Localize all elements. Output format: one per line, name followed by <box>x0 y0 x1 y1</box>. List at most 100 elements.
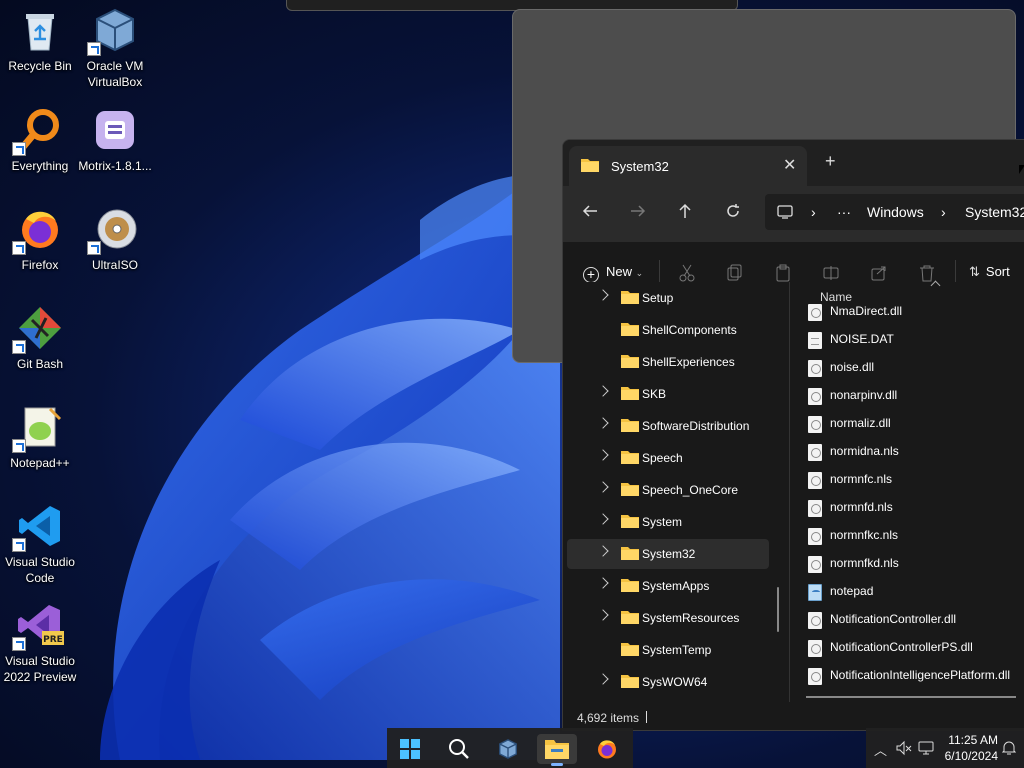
chevron-right-icon[interactable] <box>597 609 609 621</box>
desktop-icon-everything[interactable]: Everything <box>0 106 80 174</box>
navigation-pane[interactable]: Setup ShellComponents ShellExperiences SKB S… <box>563 282 789 702</box>
firefox-icon <box>598 740 616 759</box>
breadcrumb-system32[interactable]: System32 <box>965 204 1024 220</box>
search-button[interactable] <box>439 734 479 764</box>
tree-item[interactable]: ShellComponents <box>567 315 769 345</box>
system-file-icon <box>808 612 822 629</box>
file-row[interactable]: notepad <box>808 580 1024 608</box>
tree-item[interactable]: SystemTemp <box>567 635 769 665</box>
desktop-icon-ultraiso[interactable]: UltraISO <box>75 205 155 273</box>
file-explorer-icon <box>545 740 569 759</box>
horizontal-scrollbar[interactable] <box>806 696 1016 698</box>
tree-item[interactable]: System32 <box>567 539 769 569</box>
tree-item[interactable]: SystemApps <box>567 571 769 601</box>
new-tab-button[interactable]: + <box>825 151 836 172</box>
breadcrumb-overflow[interactable]: ··· <box>837 204 851 220</box>
chevron-right-icon[interactable] <box>597 577 609 589</box>
shortcut-arrow-icon <box>12 439 26 453</box>
chevron-right-icon[interactable] <box>597 481 609 493</box>
system-file-icon <box>808 388 822 405</box>
file-row[interactable]: normnfkd.nls <box>808 552 1024 580</box>
folder-icon <box>621 674 639 691</box>
file-row[interactable]: NmaDirect.dll <box>808 300 1024 328</box>
tree-item[interactable]: ShellExperiences <box>567 347 769 377</box>
new-button[interactable]: + New ⌄ <box>583 264 643 283</box>
close-tab-icon[interactable]: ✕ <box>783 155 796 175</box>
refresh-icon[interactable] <box>721 202 745 226</box>
share-icon[interactable] <box>871 264 887 282</box>
desktop-icon-notepad-plus-plus[interactable]: Notepad++ <box>0 403 80 471</box>
desktop-icon-label: Git Bash <box>16 357 64 371</box>
chevron-right-icon[interactable] <box>597 513 609 525</box>
desktop-icon-recycle-bin[interactable]: Recycle Bin <box>0 6 80 74</box>
tree-item[interactable]: SKB <box>567 379 769 409</box>
tree-item[interactable]: Setup <box>567 283 769 313</box>
copy-icon[interactable] <box>727 264 743 282</box>
desktop-icon-firefox[interactable]: Firefox <box>0 205 80 273</box>
tree-item[interactable]: Speech <box>567 443 769 473</box>
tree-item[interactable]: SoftwareDistribution <box>567 411 769 441</box>
chevron-up-icon[interactable]: ︿ <box>874 740 887 759</box>
speaker-muted-icon[interactable] <box>896 740 912 756</box>
notification-bell-icon[interactable] <box>1002 740 1016 756</box>
tree-item[interactable]: SystemResources <box>567 603 769 633</box>
desktop-icon-git-bash[interactable]: Git Bash <box>0 304 80 372</box>
tree-item[interactable]: SysWOW64 <box>567 667 769 697</box>
file-row[interactable]: nonarpinv.dll <box>808 384 1024 412</box>
chevron-right-icon[interactable] <box>597 385 609 397</box>
chevron-right-icon[interactable] <box>597 289 609 301</box>
address-bar[interactable]: › ··· Windows › System32 <box>765 194 1024 230</box>
chevron-right-icon[interactable] <box>597 673 609 685</box>
chevron-right-icon[interactable] <box>597 545 609 557</box>
desktop-icon-label: Notepad++ <box>10 456 70 470</box>
chevron-right-icon[interactable] <box>597 449 609 461</box>
file-row[interactable]: noise.dll <box>808 356 1024 384</box>
tab-system32[interactable]: System32 ✕ <box>569 146 807 186</box>
chevron-right-icon[interactable] <box>597 417 609 429</box>
tree-item[interactable]: System <box>567 507 769 537</box>
up-arrow-icon[interactable] <box>673 202 697 226</box>
desktop-icon-vscode[interactable]: Visual Studio Code <box>0 502 80 586</box>
sort-button[interactable]: ⇅ Sort <box>969 264 1010 280</box>
search-icon <box>449 739 469 759</box>
tree-item[interactable]: Speech_OneCore <box>567 475 769 505</box>
network-icon[interactable] <box>918 740 934 756</box>
file-row[interactable]: NotificationIntelligencePlatform.dll <box>808 664 1024 692</box>
file-name: normnfd.nls <box>830 500 893 514</box>
file-row[interactable]: NotificationController.dll <box>808 608 1024 636</box>
desktop-icon-virtualbox[interactable]: Oracle VM VirtualBox <box>75 6 155 90</box>
file-list[interactable]: Name NmaDirect.dll NOISE.DAT noise.dll nona… <box>790 280 1024 702</box>
back-arrow-icon[interactable] <box>578 202 602 226</box>
taskbar-virtualbox[interactable] <box>488 734 528 764</box>
file-row[interactable]: normaliz.dll <box>808 412 1024 440</box>
file-row[interactable]: NOISE.DAT <box>808 328 1024 356</box>
forward-arrow-icon[interactable] <box>626 202 650 226</box>
paste-icon[interactable] <box>775 264 791 282</box>
tree-scrollbar[interactable] <box>777 587 779 632</box>
system-file-icon <box>808 360 822 377</box>
rename-icon[interactable] <box>823 264 839 282</box>
desktop-icon-label: Firefox <box>21 258 59 272</box>
file-name: NotificationIntelligencePlatform.dll <box>830 668 1011 682</box>
file-row[interactable]: normnfd.nls <box>808 496 1024 524</box>
file-name: NmaDirect.dll <box>830 304 903 318</box>
taskbar-firefox[interactable] <box>586 734 626 764</box>
taskbar-file-explorer[interactable] <box>537 734 577 766</box>
desktop-icon-visual-studio-preview[interactable]: PRE Visual Studio 2022 Preview <box>0 601 80 685</box>
file-row[interactable]: normnfkc.nls <box>808 524 1024 552</box>
delete-icon[interactable] <box>919 264 935 282</box>
start-button[interactable] <box>390 734 430 764</box>
folder-icon <box>621 514 639 531</box>
cut-icon[interactable] <box>679 264 695 282</box>
desktop-icon-motrix[interactable]: Motrix-1.8.1... <box>75 106 155 174</box>
breadcrumb-windows[interactable]: Windows <box>867 204 924 220</box>
file-row[interactable]: normnfc.nls <box>808 468 1024 496</box>
file-name: normaliz.dll <box>830 416 891 430</box>
desktop-icon-label: UltraISO <box>91 258 138 272</box>
file-row[interactable]: normidna.nls <box>808 440 1024 468</box>
breadcrumb-chevron-icon: › <box>811 204 816 220</box>
clock[interactable]: 11:25 AM 6/10/2024 <box>938 732 998 764</box>
shortcut-arrow-icon <box>87 42 101 56</box>
file-row[interactable]: NotificationControllerPS.dll <box>808 636 1024 664</box>
breadcrumb-chevron-icon: › <box>941 204 946 220</box>
